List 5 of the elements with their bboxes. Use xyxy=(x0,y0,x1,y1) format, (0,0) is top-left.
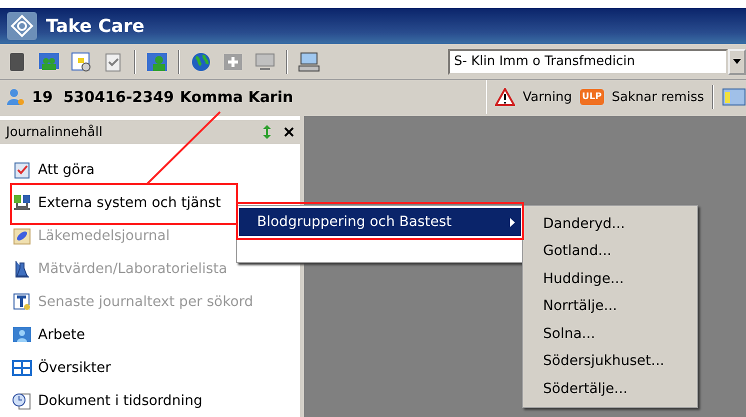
ulp-badge: ULP xyxy=(580,89,604,105)
patient-name: Komma Karin xyxy=(180,88,294,106)
panel-title: Journalinnehåll xyxy=(6,124,104,140)
window-title: Take Care xyxy=(46,16,145,36)
patient-id: 19 530416-2349 xyxy=(32,88,174,106)
